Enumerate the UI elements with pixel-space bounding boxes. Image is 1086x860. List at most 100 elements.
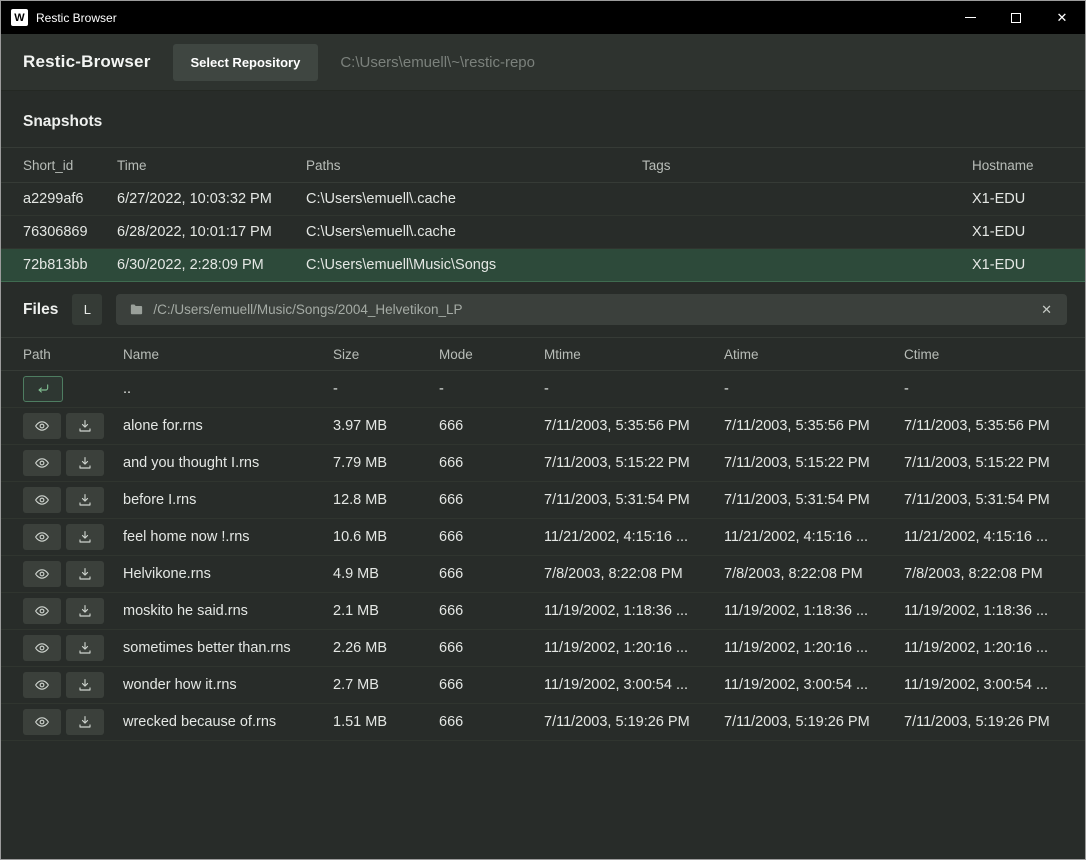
snapshots-section-title: Snapshots xyxy=(1,91,1085,147)
preview-file-button[interactable] xyxy=(23,487,61,513)
column-header-mode: Mode xyxy=(439,347,544,362)
snapshot-short-id: 76306869 xyxy=(23,224,117,240)
app-icon: W xyxy=(11,9,28,26)
file-name: feel home now !.rns xyxy=(123,529,333,545)
file-name: Helvikone.rns xyxy=(123,566,333,582)
file-ctime: - xyxy=(904,381,1063,397)
file-mtime: 7/8/2003, 8:22:08 PM xyxy=(544,566,724,582)
snapshot-row[interactable]: a2299af6 6/27/2022, 10:03:32 PM C:\Users… xyxy=(1,183,1085,216)
column-header-paths: Paths xyxy=(306,158,642,173)
preview-file-button[interactable] xyxy=(23,450,61,476)
file-mode: 666 xyxy=(439,529,544,545)
file-size: 3.97 MB xyxy=(333,418,439,434)
file-mode: - xyxy=(439,381,544,397)
preview-file-button[interactable] xyxy=(23,561,61,587)
eye-icon xyxy=(34,455,50,471)
file-parent-row: .. - - - - - xyxy=(1,371,1085,408)
app-window: W Restic Browser ✕ Restic-Browser Select… xyxy=(0,0,1086,860)
file-name: sometimes better than.rns xyxy=(123,640,333,656)
preview-file-button[interactable] xyxy=(23,635,61,661)
column-header-size: Size xyxy=(333,347,439,362)
file-mtime: 7/11/2003, 5:35:56 PM xyxy=(544,418,724,434)
titlebar[interactable]: W Restic Browser ✕ xyxy=(1,1,1085,34)
preview-file-button[interactable] xyxy=(23,413,61,439)
current-path-text: /C:/Users/emuell/Music/Songs/2004_Helvet… xyxy=(153,302,1030,317)
file-size: 7.79 MB xyxy=(333,455,439,471)
snapshot-paths: C:\Users\emuell\.cache xyxy=(306,224,642,240)
file-ctime: 7/11/2003, 5:35:56 PM xyxy=(904,418,1063,434)
file-name: .. xyxy=(123,381,333,397)
file-ctime: 11/19/2002, 1:18:36 ... xyxy=(904,603,1063,619)
download-file-button[interactable] xyxy=(66,672,104,698)
snapshot-row[interactable]: 72b813bb 6/30/2022, 2:28:09 PM C:\Users\… xyxy=(1,249,1085,282)
file-ctime: 7/11/2003, 5:31:54 PM xyxy=(904,492,1063,508)
repository-path: C:\Users\emuell\~\restic-repo xyxy=(340,54,535,71)
file-atime: 7/11/2003, 5:31:54 PM xyxy=(724,492,904,508)
file-atime: 7/11/2003, 5:35:56 PM xyxy=(724,418,904,434)
file-size: 2.26 MB xyxy=(333,640,439,656)
file-row: moskito he said.rns 2.1 MB 666 11/19/200… xyxy=(1,593,1085,630)
file-row: feel home now !.rns 10.6 MB 666 11/21/20… xyxy=(1,519,1085,556)
column-header-atime: Atime xyxy=(724,347,904,362)
snapshots-table-body: a2299af6 6/27/2022, 10:03:32 PM C:\Users… xyxy=(1,183,1085,282)
file-size: - xyxy=(333,381,439,397)
select-repository-button[interactable]: Select Repository xyxy=(173,44,319,81)
close-button[interactable]: ✕ xyxy=(1039,1,1085,34)
column-header-mtime: Mtime xyxy=(544,347,724,362)
file-mtime: 11/19/2002, 1:20:16 ... xyxy=(544,640,724,656)
file-mode: 666 xyxy=(439,714,544,730)
file-atime: 7/11/2003, 5:15:22 PM xyxy=(724,455,904,471)
file-mode: 666 xyxy=(439,455,544,471)
file-size: 12.8 MB xyxy=(333,492,439,508)
download-file-button[interactable] xyxy=(66,487,104,513)
file-row: alone for.rns 3.97 MB 666 7/11/2003, 5:3… xyxy=(1,408,1085,445)
file-mode: 666 xyxy=(439,492,544,508)
clear-path-button[interactable]: ✕ xyxy=(1039,302,1054,318)
file-atime: 11/19/2002, 1:18:36 ... xyxy=(724,603,904,619)
download-file-button[interactable] xyxy=(66,709,104,735)
go-to-parent-button[interactable] xyxy=(23,376,63,402)
file-mtime: - xyxy=(544,381,724,397)
download-file-button[interactable] xyxy=(66,635,104,661)
preview-file-button[interactable] xyxy=(23,524,61,550)
file-row: and you thought I.rns 7.79 MB 666 7/11/2… xyxy=(1,445,1085,482)
snapshot-time: 6/27/2022, 10:03:32 PM xyxy=(117,191,306,207)
minimize-button[interactable] xyxy=(947,1,993,34)
preview-file-button[interactable] xyxy=(23,598,61,624)
maximize-button[interactable] xyxy=(993,1,1039,34)
download-file-button[interactable] xyxy=(66,524,104,550)
file-mode: 666 xyxy=(439,640,544,656)
file-atime: 7/11/2003, 5:19:26 PM xyxy=(724,714,904,730)
file-size: 2.1 MB xyxy=(333,603,439,619)
file-ctime: 7/8/2003, 8:22:08 PM xyxy=(904,566,1063,582)
preview-file-button[interactable] xyxy=(23,672,61,698)
eye-icon xyxy=(34,714,50,730)
eye-icon xyxy=(34,603,50,619)
file-list-mode-button[interactable]: L xyxy=(72,294,102,325)
window-title: Restic Browser xyxy=(36,11,117,25)
eye-icon xyxy=(34,640,50,656)
download-file-button[interactable] xyxy=(66,598,104,624)
files-section-title: Files xyxy=(23,301,58,319)
files-toolbar: Files L /C:/Users/emuell/Music/Songs/200… xyxy=(1,282,1085,337)
file-atime: 7/8/2003, 8:22:08 PM xyxy=(724,566,904,582)
snapshot-paths: C:\Users\emuell\Music\Songs xyxy=(306,257,642,273)
download-icon xyxy=(77,418,93,434)
file-ctime: 7/11/2003, 5:19:26 PM xyxy=(904,714,1063,730)
file-name: before I.rns xyxy=(123,492,333,508)
file-path-bar[interactable]: /C:/Users/emuell/Music/Songs/2004_Helvet… xyxy=(116,294,1067,325)
file-size: 4.9 MB xyxy=(333,566,439,582)
download-file-button[interactable] xyxy=(66,561,104,587)
snapshot-row[interactable]: 76306869 6/28/2022, 10:01:17 PM C:\Users… xyxy=(1,216,1085,249)
download-icon xyxy=(77,677,93,693)
download-file-button[interactable] xyxy=(66,413,104,439)
preview-file-button[interactable] xyxy=(23,709,61,735)
snapshot-time: 6/28/2022, 10:01:17 PM xyxy=(117,224,306,240)
file-mtime: 7/11/2003, 5:15:22 PM xyxy=(544,455,724,471)
download-icon xyxy=(77,714,93,730)
file-name: alone for.rns xyxy=(123,418,333,434)
snapshot-hostname: X1-EDU xyxy=(972,224,1063,240)
files-table-header: Path Name Size Mode Mtime Atime Ctime xyxy=(1,337,1085,371)
download-file-button[interactable] xyxy=(66,450,104,476)
eye-icon xyxy=(34,566,50,582)
